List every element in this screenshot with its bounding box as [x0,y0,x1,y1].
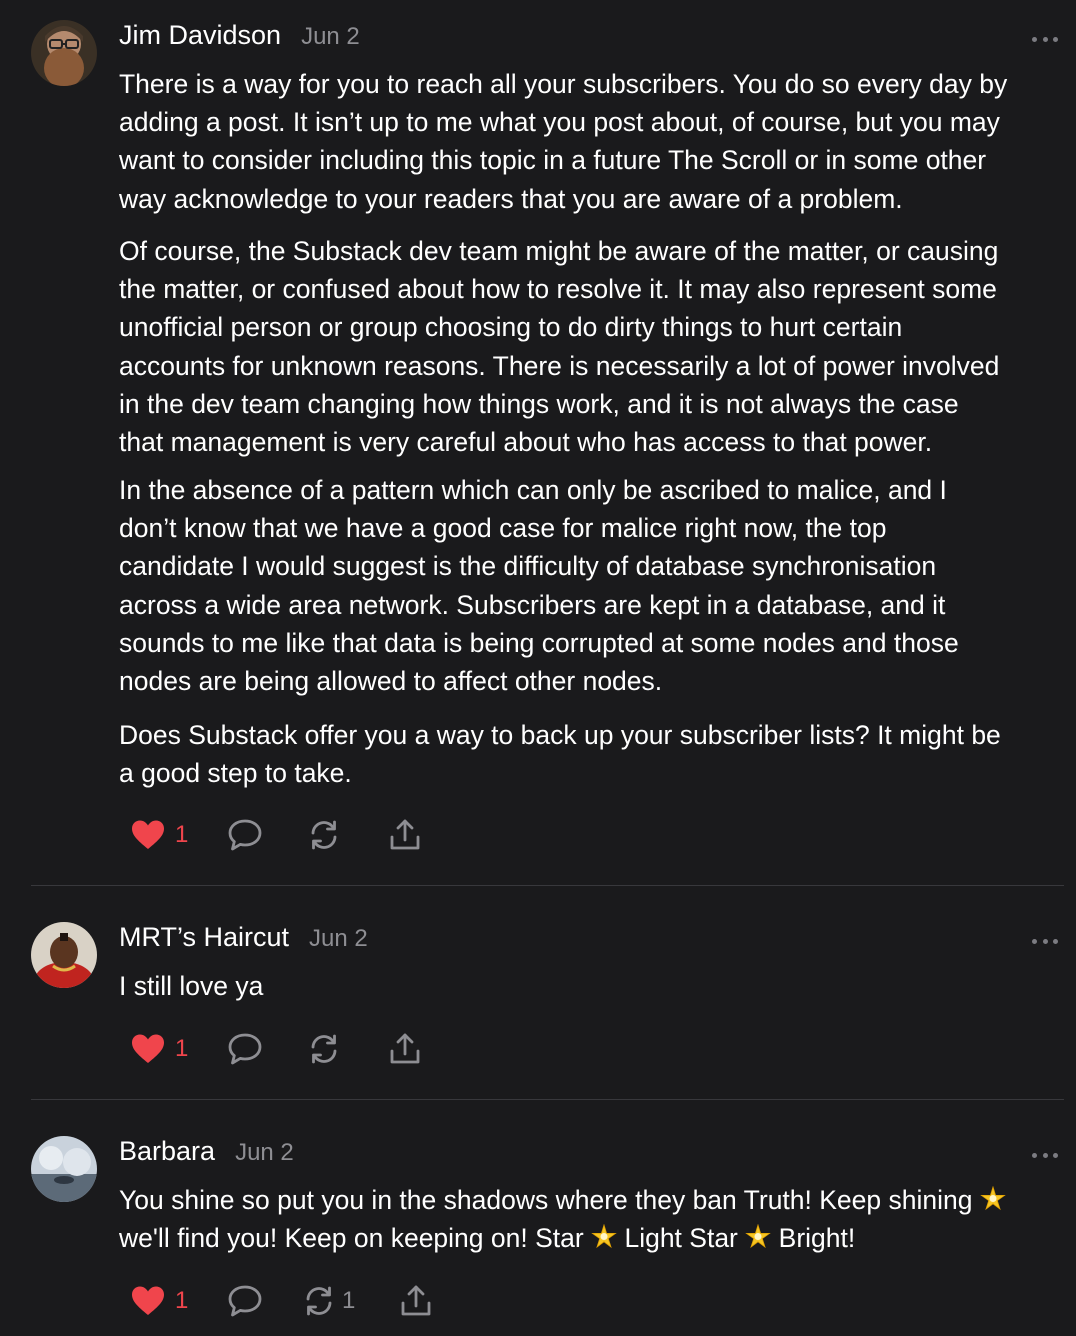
reply-button[interactable] [227,813,263,857]
comment-actions: 1 [119,1027,459,1071]
comment-body: You shine so put you in the shadows wher… [119,1181,1069,1257]
comment-actions: 1 [119,813,459,857]
comment-line: There is a way for you to reach all your… [119,69,1008,99]
comment-line: across a wide area network. Subscribers … [119,589,946,620]
divider [31,1099,1064,1100]
heart-icon [132,1286,164,1315]
comment-feed: Jim Davidson Jun 2 There is a way for yo… [0,0,1076,1336]
restack-icon [311,1034,337,1064]
comment-header: Jim Davidson Jun 2 [119,20,360,60]
restack-button[interactable] [307,813,341,857]
speech-bubble-icon [228,819,262,851]
like-button[interactable]: 1 [131,1027,188,1071]
comment-line: I still love ya [119,971,264,1001]
share-button[interactable] [388,1027,422,1071]
comment-line: want to consider including this topic in… [119,145,987,176]
more-options-icon[interactable] [1032,936,1058,946]
comment-line: in the dev team changing how things work… [119,388,959,419]
comment-line: unofficial person or group choosing to d… [119,312,903,343]
share-icon [390,1033,420,1064]
reply-button[interactable] [227,1279,263,1323]
comment-text: Light Star [624,1223,738,1254]
comment: MRT’s Haircut Jun 2 I still love ya 1 [0,922,1076,1082]
comment-text: You shine so put you in the shadows wher… [119,1185,973,1215]
comment-body: Of course, the Substack dev team might b… [119,232,1069,461]
comment-header: MRT’s Haircut Jun 2 [119,922,368,962]
comment-line: nodes are being allowed to affect other … [119,666,663,697]
glowing-star-emoji [745,1224,772,1249]
comment-line: don’t know that we have a good case for … [119,513,887,544]
avatar[interactable] [31,922,97,988]
comment-text: we'll find you! Keep on keeping on! Star [119,1223,584,1254]
comment-line: the matter, or confused about how to res… [119,274,997,305]
comment-date[interactable]: Jun 2 [235,1139,294,1167]
comment-line: candidate I would suggest is the difficu… [119,551,937,582]
author-name[interactable]: Barbara [119,1136,215,1167]
comment-body: I still love ya [119,967,1069,1005]
comment-line: adding a post. It isn’t up to me what yo… [119,107,1000,138]
comment-line: that management is very careful about wh… [119,427,933,458]
comment-line: way acknowledge to your readers that you… [119,183,903,214]
like-count: 1 [175,1287,189,1314]
restack-icon [311,820,337,850]
comment-body: Does Substack offer you a way to back up… [119,716,1069,792]
share-icon [401,1285,431,1316]
share-button[interactable] [388,813,422,857]
comment-line: You shine so put you in the shadows wher… [119,1181,1069,1219]
more-options-icon[interactable] [1032,34,1058,44]
speech-bubble-icon [228,1033,262,1065]
comment-line: In the absence of a pattern which can on… [119,475,947,505]
comment-date[interactable]: Jun 2 [301,23,360,51]
comment-line: accounts for unknown reasons. There is n… [119,350,1000,381]
comment-header: Barbara Jun 2 [119,1136,294,1176]
share-button[interactable] [399,1279,433,1323]
comment-line: Of course, the Substack dev team might b… [119,236,999,266]
restack-icon [306,1286,332,1316]
comment: Jim Davidson Jun 2 There is a way for yo… [0,20,1076,866]
like-button[interactable]: 1 [131,813,188,857]
heart-icon [132,1034,164,1063]
heart-icon [132,820,164,849]
author-name[interactable]: Jim Davidson [119,20,281,51]
comment-line: we'll find you! Keep on keeping on! Star… [119,1219,1069,1257]
like-count: 1 [175,1035,189,1062]
restack-count: 1 [342,1287,356,1314]
glowing-star-emoji [980,1186,1006,1211]
glowing-star-emoji [591,1224,617,1249]
share-icon [390,819,420,850]
like-button[interactable]: 1 [131,1279,188,1323]
restack-button[interactable] [307,1027,341,1071]
reply-button[interactable] [227,1027,263,1071]
comment-line: Does Substack offer you a way to back up… [119,720,1001,750]
speech-bubble-icon [228,1285,262,1317]
comment-body: There is a way for you to reach all your… [119,65,1069,218]
avatar[interactable] [31,1136,97,1202]
comment: Barbara Jun 2 You shine so put you in th… [0,1136,1076,1336]
more-options-icon[interactable] [1032,1150,1058,1160]
comment-date[interactable]: Jun 2 [309,925,368,953]
like-count: 1 [175,821,189,848]
divider [31,885,1064,886]
comment-line: a good step to take. [119,758,352,789]
comment-line: sounds to me like that data is being cor… [119,627,959,658]
comment-actions: 1 1 [119,1279,459,1323]
avatar[interactable] [31,20,97,86]
author-name[interactable]: MRT’s Haircut [119,922,289,953]
comment-text: Bright! [778,1223,856,1254]
comment-body: In the absence of a pattern which can on… [119,471,1069,700]
restack-button[interactable]: 1 [302,1279,355,1323]
